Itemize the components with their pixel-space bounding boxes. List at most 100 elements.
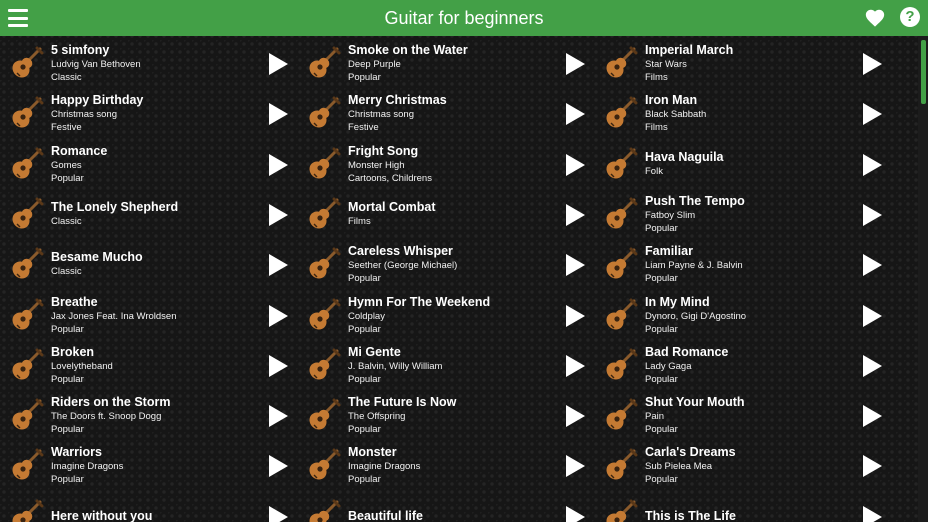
guitar-icon bbox=[10, 247, 44, 281]
song-item[interactable]: Hymn For The Weekend Coldplay Popular bbox=[297, 290, 593, 340]
song-item[interactable]: Breathe Jax Jones Feat. Ina Wroldsen Popul… bbox=[0, 290, 296, 340]
song-item[interactable]: Broken Lovelytheband Popular bbox=[0, 340, 296, 390]
song-item[interactable]: Mortal Combat Films bbox=[297, 189, 593, 239]
song-item[interactable]: Here without you bbox=[0, 491, 296, 522]
song-genre: Popular bbox=[51, 473, 84, 485]
song-item[interactable]: Fright Song Monster High Cartoons, Childre… bbox=[297, 139, 593, 189]
song-item[interactable]: Hava Naguila Folk bbox=[594, 139, 890, 189]
song-item[interactable]: Romance Gomes Popular bbox=[0, 139, 296, 189]
song-item[interactable]: Happy Birthday Christmas song Festive bbox=[0, 88, 296, 138]
song-genre: Popular bbox=[348, 373, 381, 385]
song-item[interactable]: Smoke on the Water Deep Purple Popular bbox=[297, 38, 593, 88]
song-item[interactable]: Bad Romance Lady Gaga Popular bbox=[594, 340, 890, 390]
song-item[interactable]: Beautiful life bbox=[297, 491, 593, 522]
play-icon[interactable] bbox=[862, 355, 882, 377]
song-info: Monster Imagine Dragons Popular bbox=[348, 440, 553, 490]
song-item[interactable]: Familiar Liam Payne & J. Balvin Popular bbox=[594, 239, 890, 289]
song-genre: Films bbox=[645, 121, 668, 133]
guitar-icon bbox=[10, 96, 44, 130]
song-genre: Popular bbox=[645, 222, 678, 234]
play-icon[interactable] bbox=[862, 506, 882, 522]
play-icon[interactable] bbox=[565, 506, 585, 522]
guitar-icon bbox=[604, 298, 638, 332]
song-title: Shut Your Mouth bbox=[645, 394, 745, 409]
guitar-icon bbox=[604, 348, 638, 382]
song-genre: Popular bbox=[348, 473, 381, 485]
play-icon[interactable] bbox=[862, 204, 882, 226]
scrollbar[interactable] bbox=[918, 36, 928, 522]
song-item[interactable]: Imperial March Star Wars Films bbox=[594, 38, 890, 88]
play-icon[interactable] bbox=[862, 254, 882, 276]
song-item[interactable]: This is The Life bbox=[594, 491, 890, 522]
play-icon[interactable] bbox=[565, 455, 585, 477]
song-item[interactable]: Riders on the Storm The Doors ft. Snoop D… bbox=[0, 390, 296, 440]
song-title: Mortal Combat bbox=[348, 200, 436, 214]
play-icon[interactable] bbox=[565, 154, 585, 176]
song-item[interactable]: Mi Gente J. Balvin, Willy William Popular bbox=[297, 340, 593, 390]
song-item[interactable]: Iron Man Black Sabbath Films bbox=[594, 88, 890, 138]
song-info: Romance Gomes Popular bbox=[51, 139, 256, 189]
play-icon[interactable] bbox=[565, 305, 585, 327]
play-icon[interactable] bbox=[862, 53, 882, 75]
song-info: This is The Life bbox=[645, 491, 850, 522]
play-icon[interactable] bbox=[565, 53, 585, 75]
play-icon[interactable] bbox=[268, 103, 288, 125]
scrollbar-thumb[interactable] bbox=[921, 40, 926, 104]
song-artist: The Doors ft. Snoop Dogg bbox=[51, 410, 162, 422]
play-icon[interactable] bbox=[565, 254, 585, 276]
song-item[interactable]: Careless Whisper Seether (George Michael)… bbox=[297, 239, 593, 289]
play-icon[interactable] bbox=[862, 154, 882, 176]
play-icon[interactable] bbox=[268, 455, 288, 477]
song-title: 5 simfony bbox=[51, 42, 110, 57]
song-item[interactable]: Push The Tempo Fatboy Slim Popular bbox=[594, 189, 890, 239]
guitar-icon bbox=[604, 197, 638, 231]
play-icon[interactable] bbox=[565, 355, 585, 377]
song-item[interactable]: Warriors Imagine Dragons Popular bbox=[0, 440, 296, 490]
song-item[interactable]: The Lonely Shepherd Classic bbox=[0, 189, 296, 239]
play-icon[interactable] bbox=[862, 405, 882, 427]
song-item[interactable]: Carla's Dreams Sub Pielea Mea Popular bbox=[594, 440, 890, 490]
song-info: Hava Naguila Folk bbox=[645, 139, 850, 189]
song-genre: Classic bbox=[51, 216, 82, 227]
song-info: Riders on the Storm The Doors ft. Snoop D… bbox=[51, 390, 256, 440]
play-icon[interactable] bbox=[565, 204, 585, 226]
menu-icon[interactable] bbox=[8, 9, 28, 27]
song-genre: Classic bbox=[51, 266, 82, 277]
play-icon[interactable] bbox=[268, 154, 288, 176]
song-item[interactable]: In My Mind Dynoro, Gigi D'Agostino Popular bbox=[594, 290, 890, 340]
play-icon[interactable] bbox=[268, 305, 288, 327]
play-icon[interactable] bbox=[565, 103, 585, 125]
guitar-icon bbox=[604, 499, 638, 522]
song-item[interactable]: Monster Imagine Dragons Popular bbox=[297, 440, 593, 490]
play-icon[interactable] bbox=[268, 53, 288, 75]
guitar-icon bbox=[307, 147, 341, 181]
song-item[interactable]: Merry Christmas Christmas song Festive bbox=[297, 88, 593, 138]
play-icon[interactable] bbox=[862, 455, 882, 477]
guitar-icon bbox=[604, 96, 638, 130]
play-icon[interactable] bbox=[268, 405, 288, 427]
heart-icon[interactable] bbox=[864, 7, 886, 29]
song-genre: Films bbox=[348, 216, 371, 227]
play-icon[interactable] bbox=[268, 204, 288, 226]
play-icon[interactable] bbox=[268, 355, 288, 377]
play-icon[interactable] bbox=[268, 254, 288, 276]
song-artist: Christmas song bbox=[348, 108, 414, 120]
play-icon[interactable] bbox=[565, 405, 585, 427]
song-info: Familiar Liam Payne & J. Balvin Popular bbox=[645, 239, 850, 289]
guitar-icon bbox=[307, 298, 341, 332]
song-title: Monster bbox=[348, 444, 397, 459]
guitar-icon bbox=[10, 46, 44, 80]
song-item[interactable]: Shut Your Mouth Pain Popular bbox=[594, 390, 890, 440]
song-artist: Jax Jones Feat. Ina Wroldsen bbox=[51, 310, 177, 322]
play-icon[interactable] bbox=[862, 305, 882, 327]
help-icon[interactable]: ? bbox=[900, 7, 920, 27]
song-title: Here without you bbox=[51, 508, 153, 522]
song-item[interactable]: The Future Is Now The Offspring Popular bbox=[297, 390, 593, 440]
play-icon[interactable] bbox=[862, 103, 882, 125]
guitar-icon bbox=[604, 247, 638, 281]
guitar-icon bbox=[10, 197, 44, 231]
play-icon[interactable] bbox=[268, 506, 288, 522]
song-item[interactable]: Besame Mucho Classic bbox=[0, 239, 296, 289]
song-title: Push The Tempo bbox=[645, 193, 745, 208]
song-item[interactable]: 5 simfony Ludvig Van Bethoven Classic bbox=[0, 38, 296, 88]
